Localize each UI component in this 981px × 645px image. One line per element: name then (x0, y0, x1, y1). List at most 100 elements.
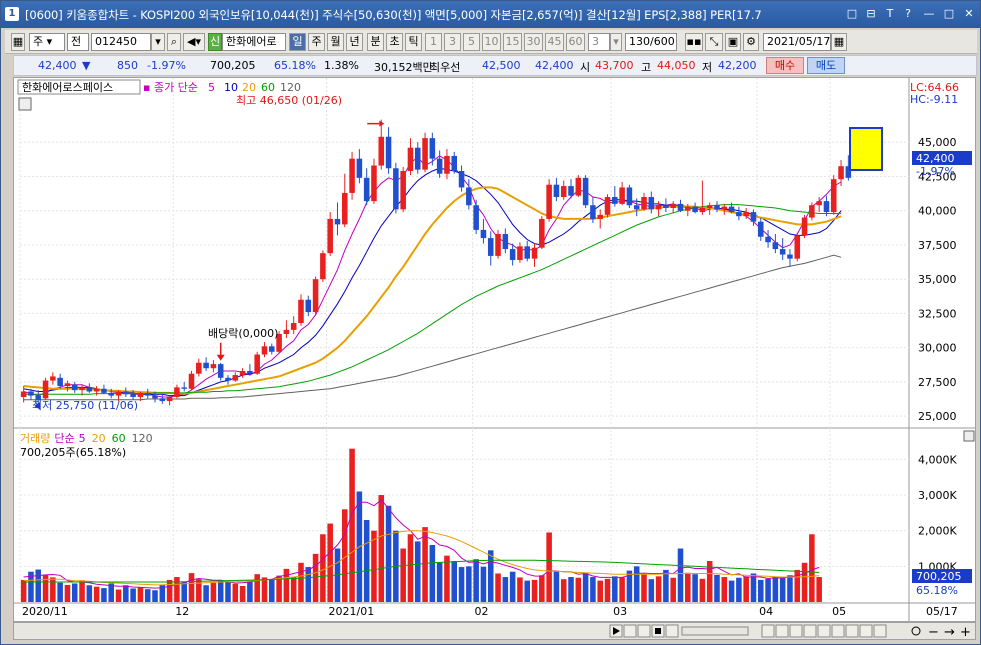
volume-bar (86, 585, 93, 602)
volume-panel-toggle[interactable] (963, 430, 975, 442)
candle (196, 358, 202, 377)
candle (356, 149, 363, 184)
period-type-select[interactable]: 전 (67, 33, 89, 51)
interval-input[interactable]: 3 (588, 33, 610, 51)
forward-icon[interactable] (665, 624, 679, 638)
market-select[interactable]: 주 ▾ (29, 33, 65, 51)
settings-icon[interactable]: ⚙ (743, 33, 759, 51)
candle (575, 175, 582, 198)
candle-body (64, 383, 71, 387)
draw-icon[interactable] (789, 624, 803, 638)
candle (414, 142, 421, 174)
zoom-tool-icon[interactable]: ⤡ (705, 33, 723, 51)
calendar-icon[interactable]: ▦ (831, 33, 847, 51)
best-bid-value: 42,400 (535, 59, 574, 72)
scale-icon[interactable] (803, 624, 817, 638)
candle-body (612, 197, 618, 204)
interval-1-button[interactable]: 1 (425, 33, 442, 51)
current-pct-tag: -1.97% (916, 165, 955, 178)
candle (261, 342, 268, 358)
volume-bar (378, 495, 385, 602)
period-month-button[interactable]: 월 (327, 33, 344, 51)
interval-15-button[interactable]: 15 (503, 33, 522, 51)
interval-45-button[interactable]: 45 (545, 33, 564, 51)
zoom-slider[interactable] (681, 626, 749, 636)
volume-bar (400, 548, 406, 602)
text-tool-icon[interactable]: T (882, 6, 898, 22)
candle (71, 381, 78, 393)
close-button[interactable]: ✕ (961, 6, 977, 22)
candle (320, 250, 326, 282)
candle (612, 186, 618, 207)
table-toggle-icon[interactable] (18, 97, 32, 111)
scroll-right-icon[interactable]: → (944, 625, 955, 640)
volume-bar (765, 578, 771, 602)
grid-icon[interactable]: ▦ (11, 33, 25, 51)
magnifier-icon[interactable] (911, 626, 921, 636)
restore-layout-icon[interactable]: □ (844, 6, 860, 22)
period-minute-button[interactable]: 분 (367, 33, 384, 51)
volume-bar (152, 590, 158, 602)
code-dropdown-icon[interactable]: ▾ (151, 33, 165, 51)
options-icon[interactable] (873, 624, 887, 638)
interval-3-button[interactable]: 3 (444, 33, 461, 51)
candle-body (429, 138, 436, 159)
compare-icon[interactable] (831, 624, 845, 638)
candle (174, 384, 180, 399)
search-icon[interactable]: ⌕ (167, 33, 181, 51)
x-axis-right-label: 05/17 (926, 605, 958, 618)
price-ma-line (23, 186, 842, 395)
period-year-button[interactable]: 년 (346, 33, 363, 51)
volume-bar (590, 577, 596, 602)
zoom-in-icon[interactable]: + (960, 625, 971, 640)
maximize-button[interactable]: □ (941, 6, 957, 22)
split-view-icon[interactable]: ⊟ (863, 6, 879, 22)
interval-dropdown-icon[interactable]: ▾ (610, 33, 622, 51)
candle (334, 202, 341, 236)
sell-button[interactable]: 매도 (807, 57, 845, 74)
crosshair-icon[interactable] (817, 624, 831, 638)
interval-10-button[interactable]: 10 (482, 33, 501, 51)
scroll-bar[interactable]: − → + (13, 622, 976, 640)
back-icon[interactable] (637, 624, 651, 638)
help-icon[interactable]: ? (900, 6, 916, 22)
period-week-button[interactable]: 주 (308, 33, 325, 51)
volume-bar (582, 572, 589, 602)
speaker-icon[interactable]: ◀▾ (183, 33, 205, 51)
candle-body (801, 217, 808, 236)
volume-bar (685, 572, 691, 602)
price-tick-label: 40,000 (918, 205, 957, 218)
stock-code-input[interactable]: 012450 (91, 33, 151, 51)
chart-area[interactable]: 45,000 42,500 40,000 37,500 35,000 32,500 30,0… (13, 77, 976, 622)
candle-body (531, 247, 538, 259)
period-tick-button[interactable]: 틱 (405, 33, 422, 51)
export-icon[interactable] (775, 624, 789, 638)
clipboard-icon[interactable] (859, 624, 873, 638)
buy-button[interactable]: 매수 (766, 57, 804, 74)
date-field[interactable]: 2021/05/17 (763, 33, 831, 51)
period-day-button[interactable]: 일 (289, 33, 306, 51)
candle (568, 179, 574, 199)
chart-svg[interactable]: 45,00042,50040,00037,50035,00032,50030,0… (14, 78, 975, 621)
candle-body (736, 212, 742, 217)
interval-5-button[interactable]: 5 (463, 33, 480, 51)
candle-body (765, 236, 771, 243)
zoom-out-icon[interactable]: − (928, 625, 939, 640)
data-count-field[interactable]: 130/600 (625, 33, 677, 51)
rewind-icon[interactable] (623, 624, 637, 638)
save-icon[interactable]: ▣ (725, 33, 741, 51)
volume-bar (487, 550, 494, 602)
interval-60-button[interactable]: 60 (566, 33, 585, 51)
volume-bar (414, 541, 421, 602)
minimize-button[interactable]: — (921, 6, 937, 22)
open-value: 43,700 (595, 59, 634, 72)
print-icon[interactable] (845, 624, 859, 638)
candle-body (203, 362, 209, 369)
candle-body (217, 364, 224, 378)
indicator-icon[interactable]: ▪▪ (685, 33, 703, 51)
layout-icon[interactable] (761, 624, 775, 638)
x-tick-label: 05 (832, 605, 846, 618)
candle-body (101, 388, 107, 393)
period-second-button[interactable]: 초 (386, 33, 403, 51)
interval-30-button[interactable]: 30 (524, 33, 543, 51)
